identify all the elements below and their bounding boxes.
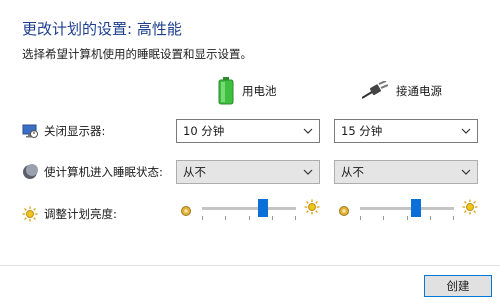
column-header-battery: 用电池	[218, 76, 277, 106]
row-display-off: 关闭显示器:	[22, 121, 105, 141]
sleep-battery-select[interactable]: 从不	[176, 160, 320, 184]
sun-icon	[22, 206, 38, 222]
create-button[interactable]: 创建	[424, 275, 492, 297]
display-off-battery-select[interactable]: 10 分钟	[176, 119, 320, 143]
footer-divider	[0, 265, 500, 266]
column-header-plugged: 接通电源	[361, 76, 442, 106]
brightness-battery-thumb[interactable]	[258, 198, 269, 217]
sleep-label: 使计算机进入睡眠状态:	[44, 165, 163, 179]
bright-sun-icon	[462, 199, 478, 215]
column-label-plugged: 接通电源	[396, 84, 442, 98]
chevron-down-icon	[303, 128, 313, 134]
dim-sun-icon	[180, 202, 192, 216]
bright-sun-icon	[304, 199, 320, 215]
row-brightness: 调整计划亮度:	[22, 204, 117, 224]
brightness-plugged-thumb[interactable]	[411, 198, 422, 217]
chevron-down-icon	[303, 169, 313, 175]
page-subtitle: 选择希望计算机使用的睡眠设置和显示设置。	[22, 47, 252, 61]
sleep-battery-value: 从不	[183, 165, 206, 179]
display-off-label: 关闭显示器:	[44, 124, 106, 138]
display-off-plugged-select[interactable]: 15 分钟	[334, 119, 478, 143]
display-off-plugged-value: 15 分钟	[341, 124, 383, 138]
display-off-battery-value: 10 分钟	[183, 124, 225, 138]
power-plug-icon	[361, 80, 389, 101]
battery-icon	[218, 77, 234, 105]
dim-sun-icon	[338, 202, 350, 216]
sleep-plugged-select[interactable]: 从不	[334, 160, 478, 184]
column-label-battery: 用电池	[242, 84, 277, 98]
brightness-label: 调整计划亮度:	[44, 207, 117, 221]
row-sleep: 使计算机进入睡眠状态:	[22, 162, 163, 182]
page-title: 更改计划的设置: 高性能	[22, 20, 182, 38]
sleep-plugged-value: 从不	[341, 165, 364, 179]
chevron-down-icon	[461, 128, 471, 134]
monitor-clock-icon	[22, 123, 38, 139]
brightness-plugged-slider[interactable]	[360, 198, 454, 220]
moon-icon	[22, 164, 38, 180]
brightness-battery-slider[interactable]	[202, 198, 296, 220]
chevron-down-icon	[461, 169, 471, 175]
